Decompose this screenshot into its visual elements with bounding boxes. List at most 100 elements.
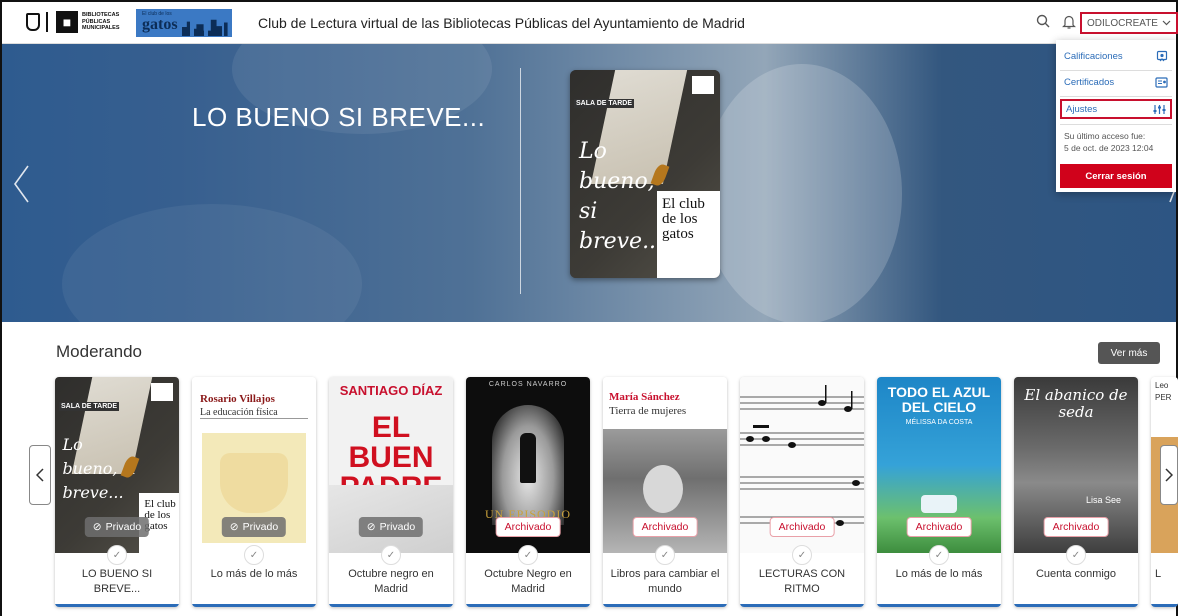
- club-card[interactable]: SALA DE TARDE Lo bueno, si breve... El c…: [55, 377, 179, 607]
- user-menu-button[interactable]: ODILOCREATE: [1080, 12, 1178, 34]
- chevron-left-icon: [36, 468, 44, 482]
- site-title: Club de Lectura virtual de las Bibliotec…: [258, 15, 745, 31]
- badge-label: Privado: [105, 521, 142, 533]
- club-name: LECTURAS CON RITMO: [758, 568, 846, 595]
- private-badge: ⊘ Privado: [84, 517, 150, 537]
- cover-van: [921, 495, 957, 513]
- club-logo-text: El club de los gatos: [662, 195, 705, 242]
- private-badge: ⊘ Privado: [358, 517, 424, 537]
- check-icon: ✓: [929, 545, 949, 565]
- section-title: Moderando: [56, 342, 143, 361]
- archived-badge: Archivado: [906, 517, 972, 537]
- cover-author: Lisa See: [1086, 495, 1122, 505]
- menu-divider: [1060, 96, 1172, 97]
- hero-prev-arrow-icon[interactable]: [12, 164, 30, 204]
- club-name: Libros para cambiar el mundo: [610, 568, 720, 595]
- club-card[interactable]: SANTIAGO DÍAZ EL BUEN PADRE ⊘Privado ✓ O…: [329, 377, 453, 607]
- club-card[interactable]: María Sánchez Tierra de mujeres Archivad…: [603, 377, 727, 607]
- check-icon: ✓: [1066, 545, 1086, 565]
- cover-figure: [520, 433, 536, 483]
- check-icon: ✓: [381, 545, 401, 565]
- badge-label: Archivado: [641, 521, 689, 533]
- club-name: Lo más de lo más: [210, 568, 298, 580]
- check-icon: ✓: [107, 545, 127, 565]
- last-access-info: Su último acceso fue: 5 de oct. de 2023 …: [1064, 130, 1172, 154]
- settings-sliders-icon: [1153, 104, 1166, 114]
- check-icon: ✓: [655, 545, 675, 565]
- eye-off-icon: ⊘: [366, 521, 376, 533]
- menu-item-ajustes[interactable]: Ajustes: [1060, 99, 1172, 119]
- badge-label: Privado: [242, 521, 279, 533]
- club-card[interactable]: CARLOS NAVARRO UN EPISODIO Archivado ✓ O…: [466, 377, 590, 607]
- club-logo-text: El club de los gatos: [144, 498, 176, 533]
- madrid-logo-icon: [692, 76, 714, 94]
- book-tag: SALA DE TARDE: [574, 99, 634, 109]
- hero-decoration: [62, 204, 362, 322]
- logout-button[interactable]: Cerrar sesión: [1060, 164, 1172, 188]
- user-name: ODILOCREATE: [1087, 17, 1158, 29]
- last-access-value: 5 de oct. de 2023 12:04: [1064, 143, 1154, 153]
- madrid-logo-icon: [151, 383, 173, 401]
- bibliotecas-logo-icon[interactable]: ■: [56, 11, 78, 33]
- club-gatos-logo[interactable]: El club de los gatos: [136, 9, 232, 37]
- cover-title: El abanico de seda: [1024, 386, 1128, 421]
- badge-label: Privado: [379, 521, 416, 533]
- eye-off-icon: ⊘: [92, 521, 102, 533]
- see-more-button[interactable]: Ver más: [1098, 342, 1160, 364]
- carousel-next-button[interactable]: [1160, 445, 1178, 505]
- cover-author: Leo: [1155, 381, 1169, 390]
- club-name: Octubre negro en Madrid: [348, 568, 434, 595]
- menu-item-calificaciones[interactable]: Calificaciones: [1060, 46, 1172, 66]
- last-access-label: Su último acceso fue:: [1064, 131, 1146, 141]
- city-skyline-icon: [182, 19, 228, 36]
- cover-title: La educación física: [200, 407, 308, 419]
- bibliotecas-logo-text: BIBLIOTECAS PÚBLICAS MUNICIPALES: [82, 12, 120, 31]
- club-name: L: [1155, 568, 1162, 580]
- madrid-logo-icon[interactable]: [26, 13, 40, 31]
- cover-author: SANTIAGO DÍAZ: [339, 383, 443, 398]
- cover-author: CARLOS NAVARRO: [488, 381, 568, 388]
- carousel-prev-button[interactable]: [29, 445, 51, 505]
- club-card[interactable]: Rosario Villajos La educación física ⊘ Pr…: [192, 377, 316, 607]
- club-card[interactable]: El abanico de seda Lisa See Archivado ✓ …: [1014, 377, 1138, 607]
- cover-author: María Sánchez: [609, 391, 680, 403]
- club-card[interactable]: Archivado ✓ LECTURAS CON RITMO: [740, 377, 864, 607]
- badge-label: Archivado: [1052, 521, 1100, 533]
- search-icon[interactable]: [1036, 14, 1050, 28]
- cover-author: MÉLISSA DA COSTA: [905, 419, 973, 426]
- chevron-down-icon: [1162, 20, 1171, 26]
- menu-divider: [1060, 124, 1172, 125]
- user-menu-dropdown: Calificaciones Certificados Ajustes Su ú…: [1056, 40, 1176, 192]
- logo-divider: [46, 12, 48, 32]
- badge-label: Archivado: [915, 521, 963, 533]
- eye-off-icon: ⊘: [229, 521, 239, 533]
- hero-book-cover[interactable]: SALA DE TARDE Lo bueno, si breve... El c…: [570, 70, 720, 278]
- club-gatos-logo-big: gatos: [142, 16, 178, 33]
- check-icon: ✓: [518, 545, 538, 565]
- club-name: LO BUENO SI BREVE...: [81, 568, 153, 595]
- menu-item-label: Ajustes: [1066, 103, 1098, 115]
- archived-badge: Archivado: [632, 517, 698, 537]
- cover-author: Rosario Villajos: [200, 393, 275, 405]
- menu-item-certificados[interactable]: Certificados: [1060, 72, 1172, 92]
- hero-banner[interactable]: LO BUENO SI BREVE... SALA DE TARDE Lo bu…: [2, 44, 1176, 322]
- chevron-right-icon: [1165, 468, 1173, 482]
- badge-label: Archivado: [778, 521, 826, 533]
- menu-item-label: Certificados: [1064, 76, 1115, 88]
- badge-label: Archivado: [504, 521, 552, 533]
- cover-title: TODO EL AZUL DEL CIELO: [887, 384, 991, 415]
- book-tag: SALA DE TARDE: [59, 401, 119, 411]
- cover-title: PER: [1155, 393, 1172, 402]
- cover-title: Tierra de mujeres: [609, 405, 687, 417]
- club-name: Lo más de lo más: [895, 568, 983, 580]
- club-card[interactable]: TODO EL AZUL DEL CIELO MÉLISSA DA COSTA …: [877, 377, 1001, 607]
- menu-divider: [1060, 70, 1172, 71]
- bell-icon[interactable]: [1062, 14, 1076, 29]
- archived-badge: Archivado: [495, 517, 561, 537]
- hero-title: LO BUENO SI BREVE...: [192, 102, 486, 132]
- club-name: Octubre Negro en Madrid: [484, 568, 572, 595]
- club-logo-box: El club de los gatos: [657, 190, 720, 278]
- archived-badge: Archivado: [1043, 517, 1109, 537]
- club-name: Cuenta conmigo: [1035, 568, 1117, 580]
- menu-item-label: Calificaciones: [1064, 50, 1123, 62]
